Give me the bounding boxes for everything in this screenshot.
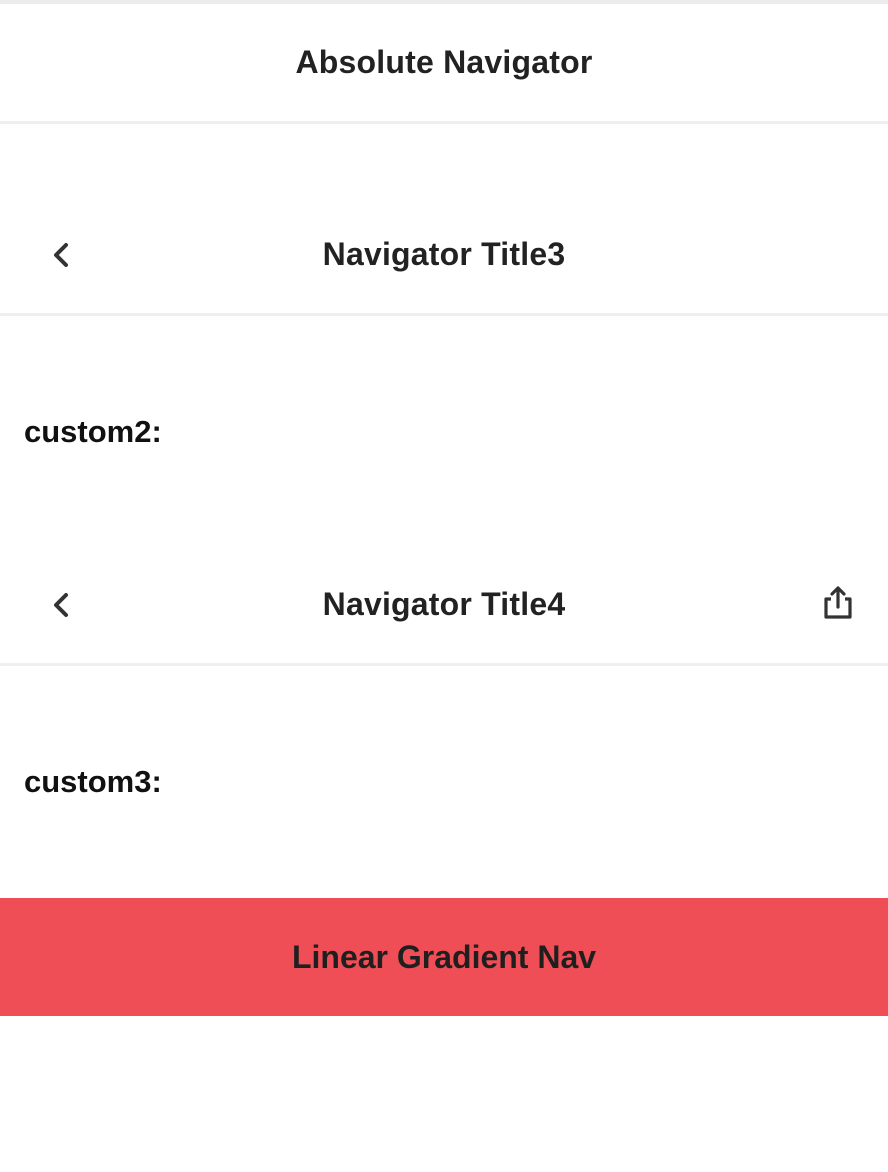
absolute-navigator-bar: Absolute Navigator [0, 4, 888, 124]
chevron-left-icon[interactable] [44, 237, 80, 273]
navigator-title4-bar: Navigator Title4 [0, 546, 888, 666]
chevron-left-icon[interactable] [44, 587, 80, 623]
navigator-title3: Navigator Title3 [322, 236, 566, 272]
navigator-title4: Navigator Title4 [322, 586, 566, 622]
custom2-label: custom2: [24, 414, 162, 449]
linear-gradient-nav-bar: Linear Gradient Nav [0, 898, 888, 1016]
share-icon[interactable] [818, 583, 858, 623]
navigator-title3-bar: Navigator Title3 [0, 196, 888, 316]
absolute-navigator-title: Absolute Navigator [295, 44, 593, 80]
linear-gradient-nav-title: Linear Gradient Nav [291, 938, 597, 975]
custom3-label: custom3: [24, 764, 162, 799]
